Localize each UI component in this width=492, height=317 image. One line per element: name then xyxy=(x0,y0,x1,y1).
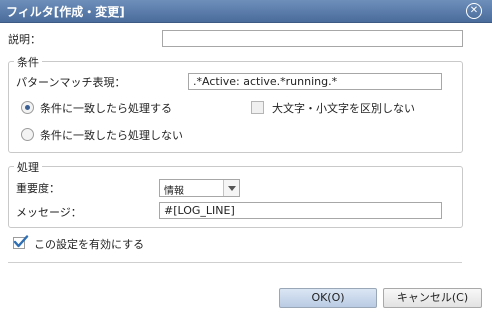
ok-button[interactable]: OK(O) xyxy=(279,288,377,308)
cancel-button[interactable]: キャンセル(C) xyxy=(383,288,482,308)
severity-select[interactable]: 情報 xyxy=(159,179,240,197)
radio-skip-on-match-label[interactable]: 条件に一致したら処理しない xyxy=(40,127,183,143)
pattern-input[interactable]: .*Active: active.*running.* xyxy=(188,73,442,90)
pattern-label: パターンマッチ表現： xyxy=(16,76,126,89)
processing-legend: 処理 xyxy=(14,159,42,175)
close-icon[interactable]: ✕ xyxy=(466,3,482,19)
divider xyxy=(8,262,462,263)
radio-skip-on-match[interactable] xyxy=(21,128,34,141)
message-input[interactable]: #[LOG_LINE] xyxy=(159,202,442,219)
enabled-check-icon[interactable] xyxy=(13,235,29,249)
severity-value: 情報 xyxy=(164,186,184,197)
severity-label: 重要度： xyxy=(16,182,60,195)
radio-process-on-match[interactable] xyxy=(21,101,34,114)
enable-label[interactable]: この設定を有効にする xyxy=(34,236,144,252)
message-label: メッセージ： xyxy=(16,206,82,219)
filter-dialog: フィルタ[作成・変更] ✕ 説明： 条件 パターンマッチ表現： .*Active… xyxy=(0,0,492,317)
radio-process-on-match-label[interactable]: 条件に一致したら処理する xyxy=(40,100,172,116)
title-bar[interactable]: フィルタ[作成・変更] ✕ xyxy=(0,0,492,23)
description-input[interactable] xyxy=(162,30,463,47)
chevron-down-icon[interactable] xyxy=(223,180,239,196)
ignore-case-checkbox[interactable] xyxy=(251,101,264,114)
description-label: 説明： xyxy=(8,33,41,46)
condition-legend: 条件 xyxy=(14,54,42,70)
ignore-case-label[interactable]: 大文字・小文字を区別しない xyxy=(272,100,415,116)
dialog-title: フィルタ[作成・変更] xyxy=(6,5,125,19)
